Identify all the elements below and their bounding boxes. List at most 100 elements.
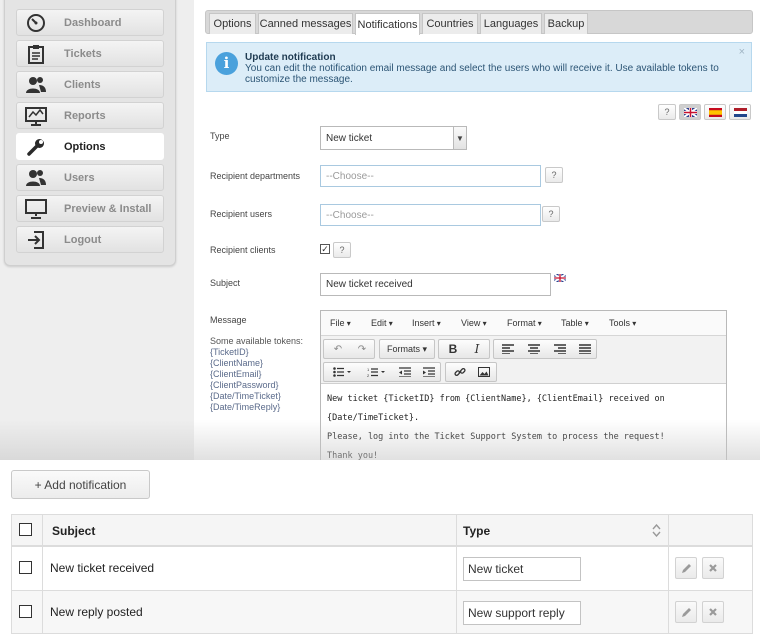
help-button[interactable]: ? xyxy=(545,167,563,183)
menu-table[interactable]: Table xyxy=(561,318,589,328)
nl-flag-icon[interactable] xyxy=(729,104,751,120)
italic-button[interactable]: I xyxy=(465,340,489,358)
menu-file[interactable]: File xyxy=(330,318,351,328)
row-subject: New ticket received xyxy=(50,561,155,575)
chevron-down-icon: ▼ xyxy=(453,127,466,149)
tab-languages[interactable]: Languages xyxy=(480,13,542,34)
row-type-field[interactable]: New support reply xyxy=(463,601,581,625)
sidebar-item-logout[interactable]: Logout xyxy=(16,226,164,253)
type-column-header[interactable]: Type xyxy=(463,524,490,538)
type-select[interactable]: New ticket ▼ xyxy=(320,126,467,150)
column-divider xyxy=(668,547,669,590)
delete-button[interactable] xyxy=(702,557,724,579)
menu-insert[interactable]: Insert xyxy=(412,318,441,328)
align-justify-icon[interactable] xyxy=(572,340,597,358)
subject-label: Subject xyxy=(210,278,241,288)
column-divider xyxy=(456,547,457,590)
svg-text:2: 2 xyxy=(367,373,370,377)
token: {ClientName} xyxy=(210,358,264,368)
align-right-icon[interactable] xyxy=(547,340,572,358)
edit-button[interactable] xyxy=(675,557,697,579)
menu-format[interactable]: Format xyxy=(507,318,542,328)
select-all-checkbox[interactable] xyxy=(19,523,32,536)
help-button[interactable]: ? xyxy=(333,242,351,258)
row-checkbox[interactable] xyxy=(19,561,32,574)
image-icon[interactable] xyxy=(472,363,496,381)
sidebar-item-label: Tickets xyxy=(64,47,102,60)
notice-text: You can edit the notification email mess… xyxy=(245,63,719,85)
sidebar-item-label: Logout xyxy=(64,233,102,246)
edit-button[interactable] xyxy=(675,601,697,623)
users-icon xyxy=(25,167,47,189)
sidebar-item-dashboard[interactable]: Dashboard xyxy=(16,9,164,36)
table-row: New ticket received New ticket xyxy=(11,546,753,590)
sidebar-item-label: Reports xyxy=(64,109,106,122)
bullet-list-icon[interactable] xyxy=(326,363,358,381)
formats-dropdown[interactable]: Formats ▾ xyxy=(379,339,435,359)
sidebar-item-preview-install[interactable]: Preview & Install xyxy=(16,195,164,222)
type-label: Type xyxy=(210,131,230,141)
app-root: Dashboard Tickets Clients Reports Option… xyxy=(0,0,760,640)
row-type-field[interactable]: New ticket xyxy=(463,557,581,581)
users-input[interactable]: --Choose-- xyxy=(320,204,541,226)
editor-content[interactable]: New ticket {TicketID} from {ClientName},… xyxy=(321,384,726,460)
message-label: Message xyxy=(210,315,247,325)
table-row: New reply posted New support reply xyxy=(11,590,753,634)
monitor-icon xyxy=(25,198,47,220)
tab-bar: Options Canned messages Notifications Co… xyxy=(205,10,753,35)
en-flag-icon[interactable] xyxy=(679,104,701,120)
bold-button[interactable]: B xyxy=(441,340,465,358)
indent-icon[interactable] xyxy=(418,363,440,381)
tab-canned-messages[interactable]: Canned messages xyxy=(258,13,353,34)
undo-icon[interactable]: ↶ xyxy=(326,340,350,358)
token: {Date/TimeReply} xyxy=(210,402,281,412)
sidebar-item-clients[interactable]: Clients xyxy=(16,71,164,98)
column-divider xyxy=(456,515,457,545)
tab-countries[interactable]: Countries xyxy=(422,13,478,34)
style-group: B I xyxy=(438,339,490,359)
sort-icon[interactable] xyxy=(652,523,661,540)
departments-input[interactable]: --Choose-- xyxy=(320,165,541,187)
help-button[interactable]: ? xyxy=(658,104,676,120)
tab-backup[interactable]: Backup xyxy=(544,13,588,34)
formats-label: Formats ▾ xyxy=(386,343,428,355)
align-center-icon[interactable] xyxy=(521,340,546,358)
sidebar-item-options[interactable]: Options xyxy=(16,133,164,160)
clipboard-icon xyxy=(25,43,47,65)
link-icon[interactable] xyxy=(448,363,472,381)
outdent-icon[interactable] xyxy=(394,363,416,381)
sidebar-item-label: Users xyxy=(64,171,95,184)
editor-menubar: File Edit Insert View Format Table Tools xyxy=(321,311,726,336)
sidebar-item-tickets[interactable]: Tickets xyxy=(16,40,164,67)
menu-tools[interactable]: Tools xyxy=(609,318,636,328)
sidebar-item-users[interactable]: Users xyxy=(16,164,164,191)
dashboard-icon xyxy=(25,12,47,34)
close-icon[interactable]: × xyxy=(739,46,745,58)
token-list: Some available tokens: {TicketID} {Clien… xyxy=(210,336,303,413)
sidebar-item-label: Clients xyxy=(64,78,101,91)
clients-checkbox[interactable]: ✓ xyxy=(320,244,330,254)
sidebar-item-label: Options xyxy=(64,140,106,153)
subject-input[interactable]: New ticket received xyxy=(320,273,551,296)
row-checkbox[interactable] xyxy=(19,605,32,618)
help-button[interactable]: ? xyxy=(542,206,560,222)
es-flag-icon[interactable] xyxy=(704,104,726,120)
tab-options[interactable]: Options xyxy=(209,13,256,34)
subject-column-header[interactable]: Subject xyxy=(52,524,95,538)
sidebar-item-reports[interactable]: Reports xyxy=(16,102,164,129)
content-line: Please, log into the Ticket Support Syst… xyxy=(327,432,665,442)
token: {TicketID} xyxy=(210,347,249,357)
pencil-icon xyxy=(681,563,691,573)
token: {ClientPassword} xyxy=(210,380,279,390)
tab-notifications[interactable]: Notifications xyxy=(355,13,420,35)
redo-icon[interactable]: ↷ xyxy=(350,340,374,358)
token: {Date/TimeTicket} xyxy=(210,391,281,401)
menu-view[interactable]: View xyxy=(461,318,487,328)
row-subject: New reply posted xyxy=(50,605,143,619)
delete-button[interactable] xyxy=(702,601,724,623)
add-notification-button[interactable]: + Add notification xyxy=(11,470,150,499)
menu-edit[interactable]: Edit xyxy=(371,318,393,328)
numbered-list-icon[interactable]: 12 xyxy=(360,363,392,381)
align-left-icon[interactable] xyxy=(495,340,520,358)
sidebar-item-label: Preview & Install xyxy=(64,202,152,215)
